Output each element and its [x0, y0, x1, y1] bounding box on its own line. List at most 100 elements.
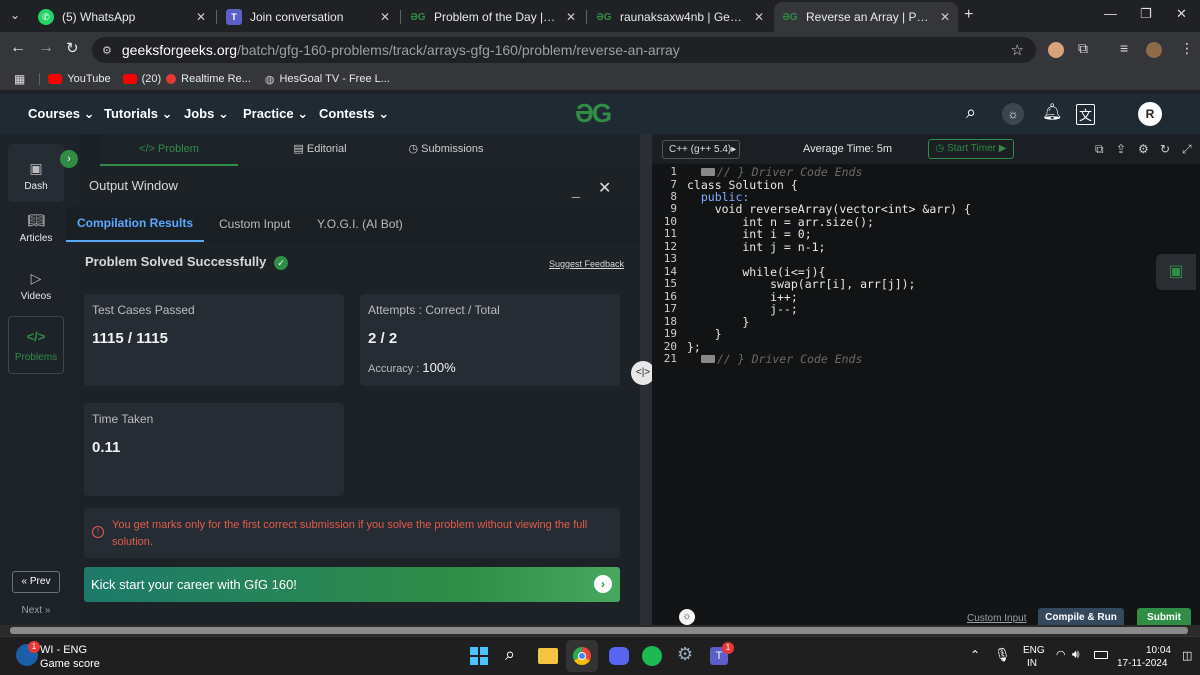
profile-pic-icon[interactable]	[1048, 42, 1064, 58]
expand-panel-icon[interactable]: ›	[60, 150, 78, 168]
theme-toggle-icon[interactable]: ☼	[1002, 103, 1024, 125]
prev-button[interactable]: « Prev	[12, 571, 60, 593]
taskbar	[0, 636, 1200, 675]
rail-item-articles[interactable]: 📖︎ Articles	[8, 212, 64, 256]
nav-practice[interactable]: Practice ⌄	[243, 106, 308, 122]
gfg160-banner[interactable]: Kick start your career with GfG 160! ›	[84, 567, 620, 602]
video-icon: ▷	[30, 270, 42, 286]
notification-icon[interactable]: ◫	[1182, 649, 1192, 662]
chevron-down-icon: ⌄	[161, 106, 173, 121]
extensions-icon[interactable]: ⧉	[1078, 40, 1088, 57]
minimize-button[interactable]: —	[1104, 6, 1117, 21]
tab-whatsapp[interactable]: ✆ (5) WhatsApp ✕	[30, 2, 214, 32]
discord-icon[interactable]	[609, 647, 629, 665]
volume-icon[interactable]: 🔊︎	[1072, 647, 1080, 662]
search-icon[interactable]: ⌕	[966, 102, 976, 123]
address-bar[interactable]: ⚙ geeksforgeeks.org/batch/gfg-160-proble…	[92, 37, 1036, 63]
fullscreen-icon[interactable]: ⤢	[1182, 142, 1192, 157]
widget-title[interactable]: WI - ENG	[40, 644, 87, 656]
close-icon[interactable]: ✕	[754, 10, 764, 24]
tab-problem-of-day[interactable]: ƏG Problem of the Day | GeeksforG ✕	[402, 2, 584, 32]
start-timer-button[interactable]: ◷ Start Timer ▶	[928, 139, 1014, 159]
nav-courses[interactable]: Courses ⌄	[28, 106, 95, 122]
bookmark-youtube[interactable]: YouTube	[67, 73, 110, 85]
menu-icon[interactable]: ⋮	[1180, 40, 1194, 57]
gfg-logo[interactable]: ƏG	[575, 98, 612, 129]
scrollbar-thumb[interactable]	[10, 627, 1188, 634]
site-info-icon[interactable]: ⚙	[102, 44, 112, 57]
bookmark-youtube-20[interactable]: (20)	[142, 73, 162, 85]
test-cases-label: Test Cases Passed	[92, 303, 195, 317]
reload-icon[interactable]: ↻	[66, 39, 79, 57]
close-icon[interactable]: ✕	[566, 10, 576, 24]
back-icon[interactable]: ←	[10, 39, 26, 57]
new-tab-button[interactable]: +	[964, 6, 973, 24]
nav-contests[interactable]: Contests ⌄	[319, 106, 389, 122]
minimize-output-icon[interactable]: _	[572, 182, 580, 198]
reading-list-icon[interactable]: ≡	[1120, 40, 1128, 56]
translate-icon[interactable]: 文	[1076, 104, 1096, 125]
tab-label: Reverse an Array | Practice | Ge	[806, 10, 932, 24]
chat-float-icon[interactable]: ▣	[1156, 254, 1196, 290]
language-label: C++ (g++ 5.4)	[669, 144, 732, 155]
apps-grid-icon[interactable]: ▦	[14, 72, 25, 86]
account-avatar-icon[interactable]	[1146, 42, 1162, 58]
tab-compilation-results[interactable]: Compilation Results	[66, 207, 204, 242]
bookmark-star-icon[interactable]: ☆	[1011, 41, 1024, 59]
search-icon[interactable]: ⌕	[505, 644, 515, 665]
bookmark-realtime[interactable]: Realtime Re...	[181, 73, 251, 85]
rail-item-problems[interactable]: </> Problems	[8, 316, 64, 374]
tab-submissions[interactable]: ◷ Submissions	[396, 134, 496, 166]
close-icon[interactable]: ✕	[196, 10, 206, 24]
nav-jobs[interactable]: Jobs ⌄	[184, 106, 229, 122]
attempts-value: 2 / 2	[368, 330, 398, 347]
file-explorer-icon[interactable]	[538, 648, 558, 664]
reset-icon[interactable]: ↻	[1160, 142, 1170, 156]
bookmark-hesgoal[interactable]: HesGoal TV - Free L...	[279, 73, 389, 85]
bulb-icon[interactable]: ☼	[679, 609, 695, 625]
close-icon[interactable]: ✕	[380, 10, 390, 24]
banner-text: Kick start your career with GfG 160!	[91, 577, 297, 592]
chrome-icon[interactable]	[566, 640, 598, 672]
forward-icon[interactable]: →	[38, 39, 54, 57]
tab-label: Submissions	[421, 143, 484, 155]
test-cases-card: Test Cases Passed 1115 / 1115	[84, 294, 344, 386]
tab-yogi-bot[interactable]: Y.O.G.I. (AI Bot)	[317, 217, 403, 231]
warning-text: You get marks only for the first correct…	[112, 519, 588, 548]
output-window-title: Output Window	[89, 178, 178, 193]
suggest-feedback-link[interactable]: Suggest Feedback	[549, 259, 624, 269]
widget-subtitle: Game score	[40, 658, 100, 670]
tab-problem[interactable]: </> Problem	[100, 134, 238, 166]
next-button[interactable]: Next »	[12, 601, 60, 621]
user-avatar[interactable]: R	[1138, 102, 1162, 126]
clock-time[interactable]: 10:04	[1131, 645, 1171, 656]
start-icon[interactable]	[470, 647, 488, 665]
tab-search-icon[interactable]: ⌄	[10, 8, 20, 22]
tab-custom-input[interactable]: Custom Input	[219, 217, 290, 231]
tab-profile[interactable]: ƏG raunaksaxw4nb | GeeksforGeek ✕	[588, 2, 772, 32]
spotify-icon[interactable]	[642, 646, 662, 666]
nav-label: Jobs	[184, 106, 215, 121]
mic-muted-icon[interactable]: 🎙︎	[994, 647, 1011, 663]
rail-item-dash[interactable]: ▣ Dash	[8, 144, 64, 202]
rail-item-videos[interactable]: ▷ Videos	[8, 270, 64, 314]
custom-input-link[interactable]: Custom Input	[967, 613, 1026, 624]
tray-overflow-icon[interactable]: ⌃	[970, 648, 980, 662]
lang-top[interactable]: ENG	[1023, 645, 1045, 656]
wifi-icon[interactable]: ◠	[1056, 648, 1066, 661]
notification-bell-icon[interactable]: 🔔︎	[1042, 102, 1062, 122]
settings-icon[interactable]: ⚙	[677, 644, 693, 665]
copy-icon[interactable]: ⧉	[1095, 142, 1104, 157]
restore-button[interactable]: ❐	[1140, 6, 1152, 22]
tab-editorial[interactable]: ▤ Editorial	[270, 134, 370, 166]
nav-tutorials[interactable]: Tutorials ⌄	[104, 106, 172, 122]
settings-icon[interactable]: ⚙	[1138, 142, 1149, 156]
close-window-button[interactable]: ✕	[1176, 6, 1187, 22]
close-icon[interactable]: ✕	[940, 10, 950, 24]
upload-icon[interactable]: ⇪	[1116, 142, 1126, 156]
tab-reverse-array[interactable]: ƏG Reverse an Array | Practice | Ge ✕	[774, 2, 958, 32]
language-select[interactable]: C++ (g++ 5.4)▸	[662, 140, 740, 159]
battery-icon[interactable]	[1094, 651, 1108, 659]
close-output-icon[interactable]: ✕	[598, 178, 611, 198]
tab-teams[interactable]: T Join conversation ✕	[218, 2, 398, 32]
